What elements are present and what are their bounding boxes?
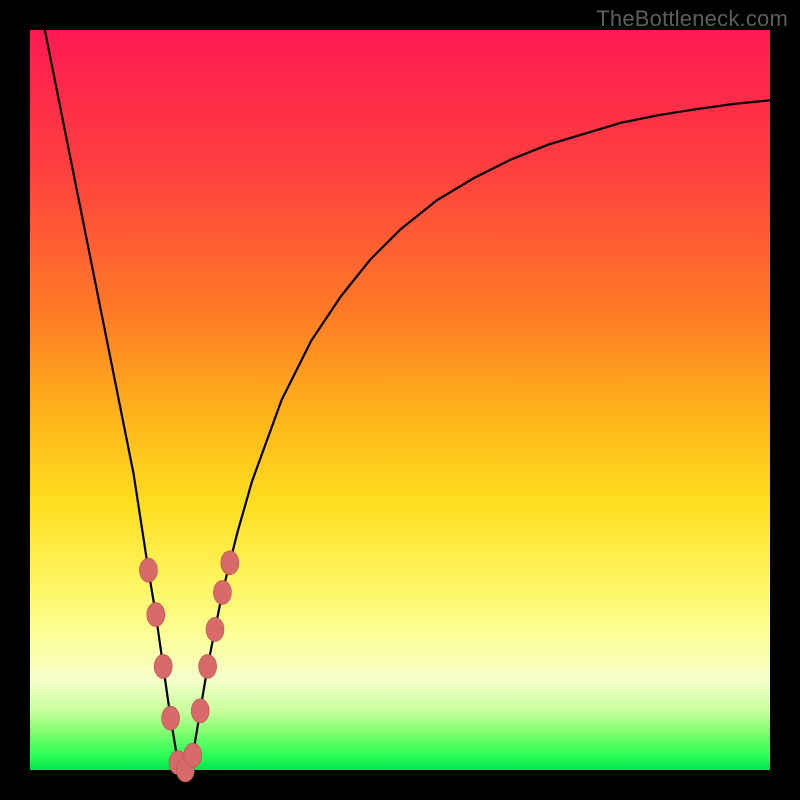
bottleneck-curve	[45, 30, 770, 770]
data-marker	[206, 617, 224, 641]
marker-group	[139, 551, 238, 782]
data-marker	[154, 654, 172, 678]
chart-frame: TheBottleneck.com	[0, 0, 800, 800]
data-marker	[221, 551, 239, 575]
data-marker	[199, 654, 217, 678]
data-marker	[147, 603, 165, 627]
watermark-text: TheBottleneck.com	[596, 6, 788, 32]
data-marker	[184, 743, 202, 767]
data-marker	[162, 706, 180, 730]
data-marker	[139, 558, 157, 582]
data-marker	[213, 580, 231, 604]
curve-layer	[30, 30, 770, 770]
data-marker	[191, 699, 209, 723]
plot-area	[30, 30, 770, 770]
